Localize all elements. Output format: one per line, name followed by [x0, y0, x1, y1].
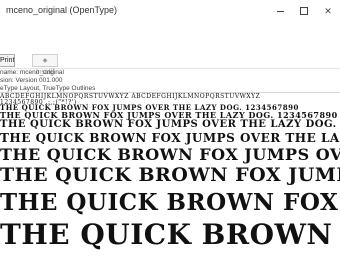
sample-line: THE QUICK BROWN FOX JUMPS OVER THE LAZY — [0, 145, 340, 164]
sample-line: THE QUICK BROWN FOX JUMPS OVER THE LAZY … — [0, 131, 340, 145]
print-button[interactable]: Print — [0, 54, 15, 67]
close-button[interactable]: ✕ — [316, 0, 340, 22]
toolbar: Print ◆ Install — [0, 52, 340, 76]
font-name: name: mceno_original — [0, 69, 64, 76]
install-button[interactable]: ◆ Install — [32, 54, 58, 76]
maximize-button[interactable] — [292, 0, 316, 22]
minimize-button[interactable] — [268, 0, 292, 22]
font-version: sion: Version 001.000 — [0, 77, 63, 84]
font-metadata: name: mceno_original sion: Version 001.0… — [0, 69, 340, 93]
shield-icon: ◆ — [42, 58, 48, 64]
sample-line: THE QUICK BROWN FOX JUMPS — [0, 189, 340, 216]
sample-line: THE QUICK BROWN FOX JUMPS OVER — [0, 164, 340, 186]
window-title: mceno_original (OpenType) — [6, 5, 118, 15]
maximize-icon — [300, 7, 308, 15]
font-preview: ABCDEFGHIJKLMNOPQRSTUVWXYZ ABCDEFGHIJKLM… — [0, 93, 340, 270]
title-bar: mceno_original (OpenType) ✕ — [0, 0, 340, 22]
sample-line: THE QUICK BROWN FOX — [0, 218, 340, 251]
minimize-icon — [276, 10, 284, 12]
sample-line: THE QUICK BROWN FOX JUMPS OVER THE LAZY … — [0, 119, 340, 130]
close-icon: ✕ — [324, 5, 332, 16]
